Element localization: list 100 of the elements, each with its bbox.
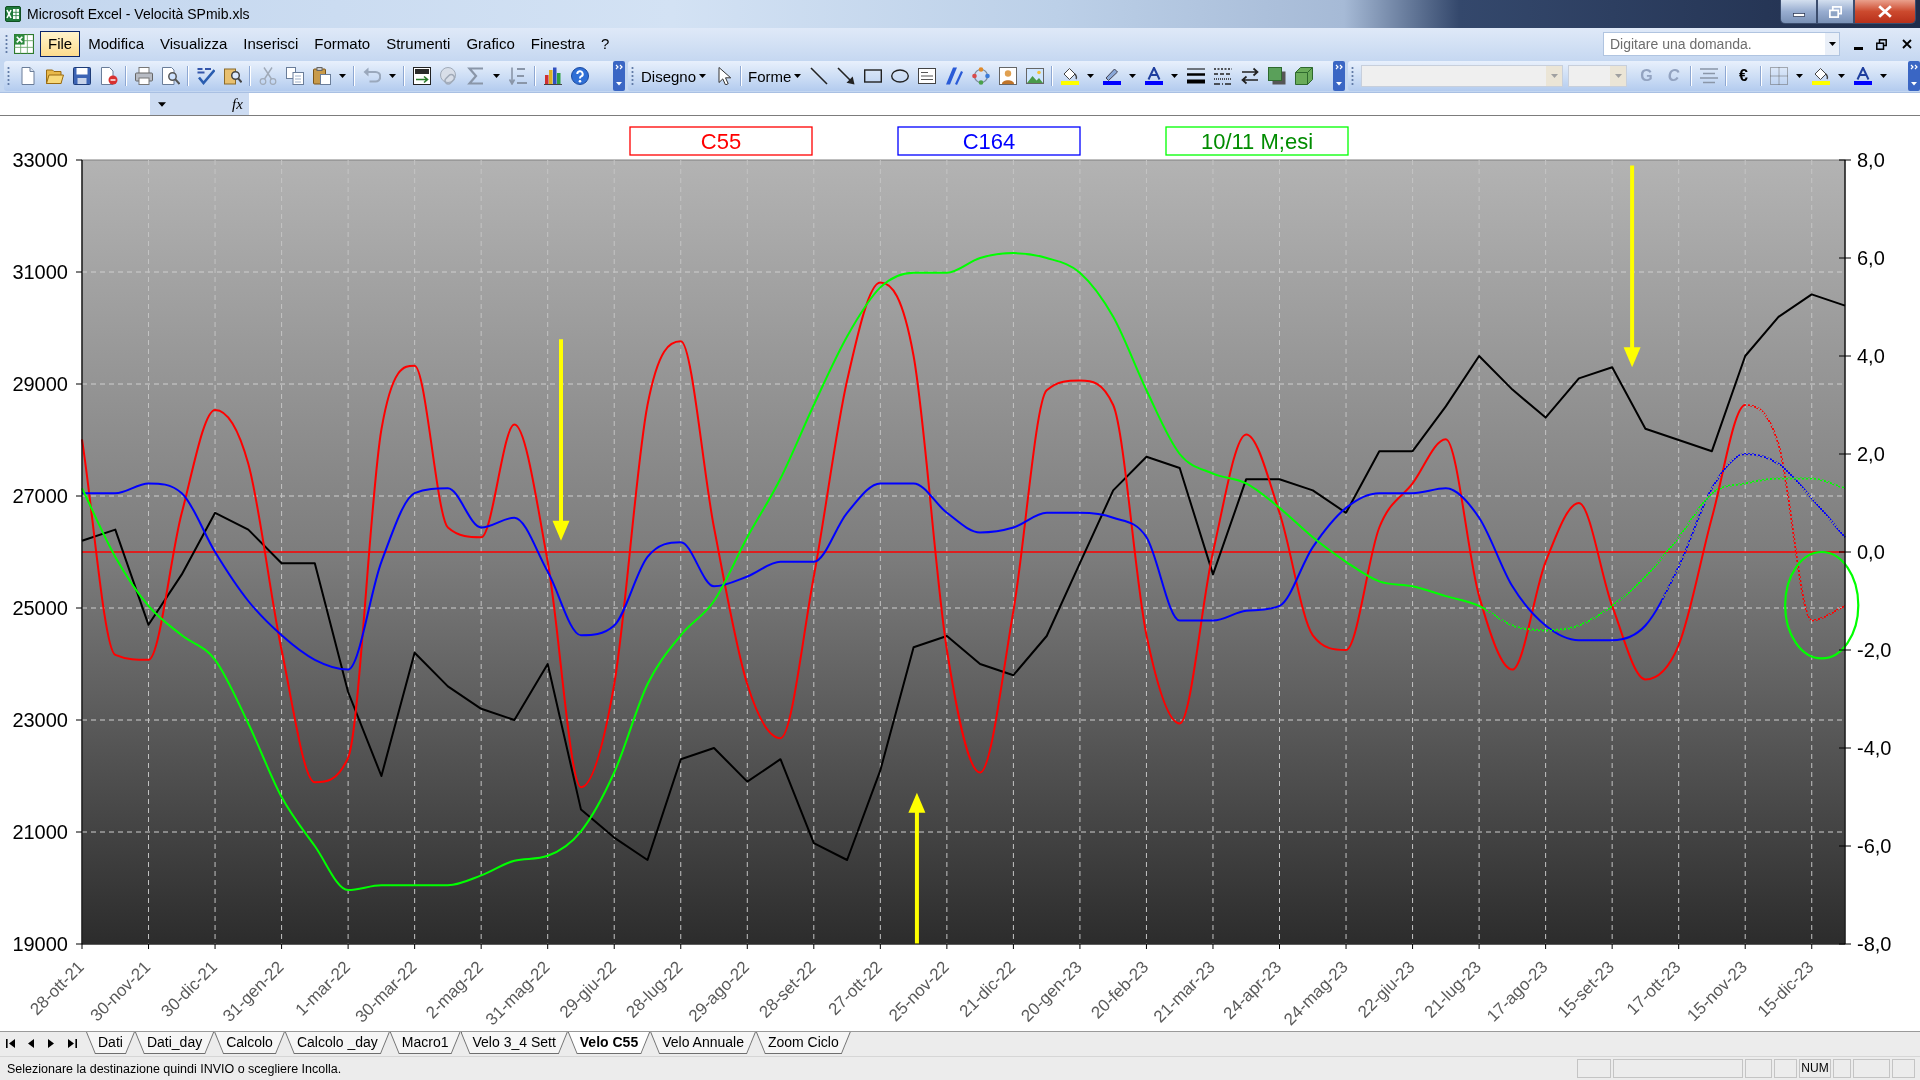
menu-item[interactable]: Inserisci <box>235 31 307 57</box>
toolbar-options-icon[interactable] <box>1333 61 1345 91</box>
minimize-icon[interactable] <box>1854 46 1863 50</box>
caret-icon[interactable] <box>389 74 396 78</box>
rectangle-icon[interactable] <box>863 67 882 85</box>
copy-icon[interactable] <box>285 67 304 85</box>
restore-icon[interactable] <box>1876 38 1887 50</box>
y-axis-label: 29000 <box>12 373 68 395</box>
menu-button[interactable]: Disegno <box>638 67 711 85</box>
oval-icon[interactable] <box>890 67 909 85</box>
grip-icon[interactable] <box>1351 65 1354 87</box>
caret-icon[interactable] <box>158 101 166 107</box>
close-button[interactable] <box>1854 0 1916 24</box>
y-axis-label: -8,0 <box>1857 933 1892 955</box>
fill-color-icon[interactable] <box>1811 67 1830 85</box>
menu-item[interactable]: Grafico <box>458 31 523 57</box>
sheet-tab[interactable]: Velo C55 <box>567 1032 651 1054</box>
font-size-field[interactable] <box>1568 65 1627 87</box>
ring-diagram-icon[interactable] <box>971 67 990 85</box>
caret-icon[interactable] <box>493 74 500 78</box>
double-arrow-icon[interactable] <box>1240 67 1259 85</box>
menu-item[interactable]: File <box>40 31 81 57</box>
caret-icon[interactable] <box>1171 74 1179 78</box>
y-axis-label: 21000 <box>12 821 68 843</box>
arrow-icon[interactable] <box>836 67 855 85</box>
toolbar-options-icon[interactable] <box>613 61 625 91</box>
line-weight-icon[interactable] <box>1186 67 1205 85</box>
sheet-tab[interactable]: Zoom Ciclo <box>755 1032 851 1054</box>
grip-icon[interactable] <box>7 65 10 87</box>
bar-chart-icon[interactable] <box>543 67 562 85</box>
sheet-tab[interactable]: Calcolo <box>214 1032 285 1054</box>
menu-item[interactable]: ? <box>592 31 618 57</box>
caret-icon[interactable] <box>1880 74 1887 78</box>
next-icon[interactable] <box>48 1039 54 1048</box>
menu-item[interactable]: Visualizza <box>152 31 236 57</box>
caret-icon[interactable] <box>339 74 346 78</box>
grip-icon[interactable] <box>5 33 8 55</box>
font-color-icon[interactable] <box>1853 67 1872 85</box>
line-color-icon[interactable] <box>1102 67 1121 85</box>
y-axis-label: 4,0 <box>1857 345 1885 367</box>
cube-icon[interactable] <box>1294 67 1313 85</box>
help-icon[interactable] <box>570 67 589 85</box>
paste-icon[interactable] <box>312 67 331 85</box>
printer-icon[interactable] <box>134 67 153 85</box>
menu-button[interactable]: Forme <box>745 67 806 85</box>
minimize-button[interactable] <box>1780 0 1817 24</box>
caret-icon[interactable] <box>1129 74 1137 78</box>
sheet-tab[interactable]: Macro1 <box>389 1032 461 1054</box>
caret-icon[interactable] <box>1838 74 1845 78</box>
caret-icon[interactable] <box>1796 74 1803 78</box>
restore-button[interactable] <box>1817 0 1854 24</box>
sheet-tab[interactable]: Dati <box>86 1032 135 1054</box>
menu-item[interactable]: Finestra <box>522 31 593 57</box>
currency-button[interactable]: € <box>1730 67 1757 85</box>
new-document-icon[interactable] <box>18 67 37 85</box>
folder-icon[interactable] <box>45 67 64 85</box>
help-search-field[interactable]: Digitare una domanda. <box>1603 32 1840 56</box>
menu-item[interactable]: Strumenti <box>378 31 459 57</box>
font-color-icon[interactable] <box>1144 67 1163 85</box>
sheet-tab[interactable]: Calcolo _day <box>284 1032 390 1054</box>
book-search-icon[interactable] <box>223 67 242 85</box>
sheet-tab[interactable]: Dati_day <box>134 1032 215 1054</box>
menu-item[interactable]: Modifica <box>80 31 153 57</box>
status-message: Selezionare la destinazione quindi INVIO o scegliere Incolla. <box>6 1061 343 1076</box>
sheet-tab[interactable]: Velo Annuale <box>650 1032 756 1054</box>
y-axis-label: 25000 <box>12 597 68 619</box>
sheet-tab[interactable]: Velo 3_4 Sett <box>460 1032 568 1054</box>
dash-style-icon[interactable] <box>1213 67 1232 85</box>
last-icon[interactable] <box>68 1039 77 1048</box>
save-icon[interactable] <box>72 67 91 85</box>
status-panel <box>1774 1059 1797 1078</box>
picture-icon[interactable] <box>1025 67 1044 85</box>
text-box-icon[interactable] <box>917 67 936 85</box>
caret-icon[interactable] <box>1087 74 1095 78</box>
close-icon[interactable] <box>1902 39 1912 49</box>
portrait-icon[interactable] <box>998 67 1017 85</box>
previous-icon[interactable] <box>28 1039 34 1048</box>
fill-color-icon[interactable] <box>1060 67 1079 85</box>
insert-function-button[interactable]: fx <box>232 95 243 113</box>
line-icon[interactable] <box>809 67 828 85</box>
toolbar-options-icon[interactable] <box>1908 61 1920 91</box>
spell-check-icon[interactable] <box>196 67 215 85</box>
status-panel <box>1892 1059 1915 1078</box>
status-panel <box>1577 1059 1611 1078</box>
font-name-field[interactable] <box>1361 65 1563 87</box>
formula-field[interactable] <box>248 93 1920 115</box>
menu-item[interactable]: Formato <box>306 31 379 57</box>
document-stop-icon[interactable] <box>99 67 118 85</box>
status-indicator: NUM <box>1799 1059 1831 1078</box>
grip-icon[interactable] <box>631 65 634 87</box>
first-icon[interactable] <box>6 1039 15 1048</box>
y-axis-label: -4,0 <box>1857 737 1892 759</box>
caret-icon[interactable] <box>1828 42 1836 46</box>
shadow-icon[interactable] <box>1267 67 1286 85</box>
legend-entry: C55 <box>629 126 813 156</box>
slashes-icon[interactable] <box>944 67 963 85</box>
legend-entry: 10/11 M;esi <box>1165 126 1349 156</box>
print-preview-icon[interactable] <box>161 67 180 85</box>
spreadsheet-icon[interactable] <box>14 34 34 54</box>
spreadsheet-icon <box>5 6 21 22</box>
